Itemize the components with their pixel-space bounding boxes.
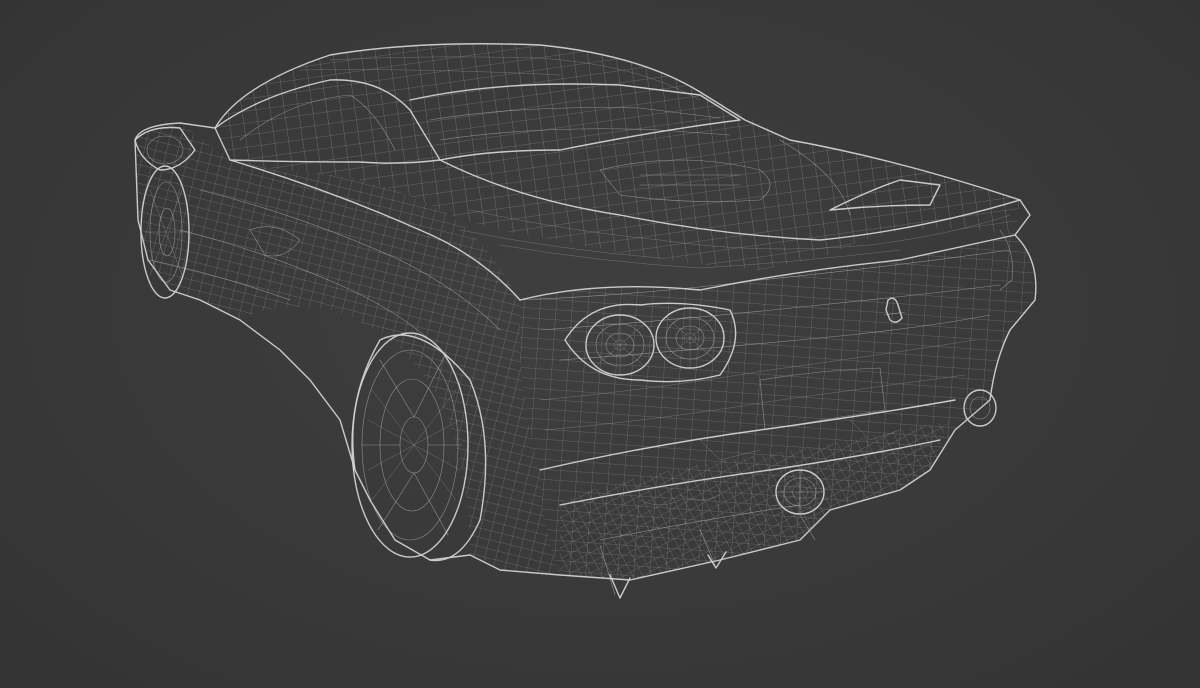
car-wireframe-model xyxy=(134,43,1037,599)
viewport-3d[interactable] xyxy=(0,0,1200,688)
